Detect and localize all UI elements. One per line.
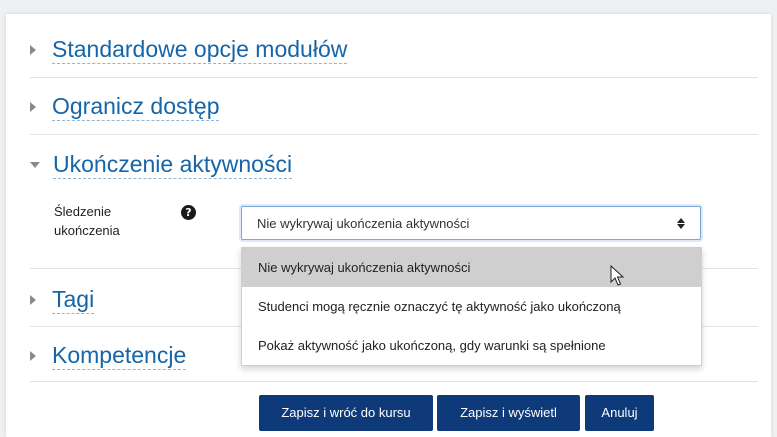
divider	[30, 134, 758, 135]
section-competencies[interactable]: Kompetencje	[30, 342, 187, 370]
caret-down-icon	[30, 162, 40, 168]
save-and-return-button[interactable]: Zapisz i wróć do kursu	[259, 395, 433, 431]
label-line: Śledzenie	[54, 204, 112, 219]
caret-right-icon	[30, 351, 36, 361]
cancel-button[interactable]: Anuluj	[585, 395, 654, 431]
section-title[interactable]: Kompetencje	[52, 342, 187, 370]
section-title[interactable]: Standardowe opcje modułów	[52, 36, 348, 64]
save-and-display-button[interactable]: Zapisz i wyświetl	[437, 395, 580, 431]
option-manual-completion[interactable]: Studenci mogą ręcznie oznaczyć tę aktywn…	[242, 287, 701, 326]
caret-right-icon	[30, 102, 36, 112]
option-conditional-completion[interactable]: Pokaż aktywność jako ukończoną, gdy waru…	[242, 326, 701, 365]
caret-right-icon	[30, 45, 36, 55]
divider	[30, 77, 758, 78]
mouse-pointer-icon	[610, 265, 625, 286]
label-line: ukończenia	[54, 223, 120, 238]
completion-tracking-label: Śledzenie ukończenia	[54, 202, 154, 240]
section-title[interactable]: Ogranicz dostęp	[52, 93, 220, 121]
section-activity-completion[interactable]: Ukończenie aktywności	[30, 151, 293, 179]
caret-right-icon	[30, 295, 36, 305]
section-restrict-access[interactable]: Ogranicz dostęp	[30, 93, 220, 121]
question-circle-icon[interactable]: ?	[181, 205, 196, 220]
option-no-tracking[interactable]: Nie wykrywaj ukończenia aktywności	[242, 248, 701, 287]
section-standard-options[interactable]: Standardowe opcje modułów	[30, 36, 348, 64]
section-title[interactable]: Ukończenie aktywności	[53, 151, 293, 179]
select-updown-icon	[676, 217, 686, 229]
section-title[interactable]: Tagi	[52, 286, 95, 314]
completion-options-list: Nie wykrywaj ukończenia aktywności Stude…	[241, 247, 702, 366]
section-tags[interactable]: Tagi	[30, 286, 95, 314]
select-value: Nie wykrywaj ukończenia aktywności	[257, 215, 470, 231]
divider	[30, 381, 758, 382]
completion-tracking-select[interactable]: Nie wykrywaj ukończenia aktywności	[241, 206, 701, 240]
